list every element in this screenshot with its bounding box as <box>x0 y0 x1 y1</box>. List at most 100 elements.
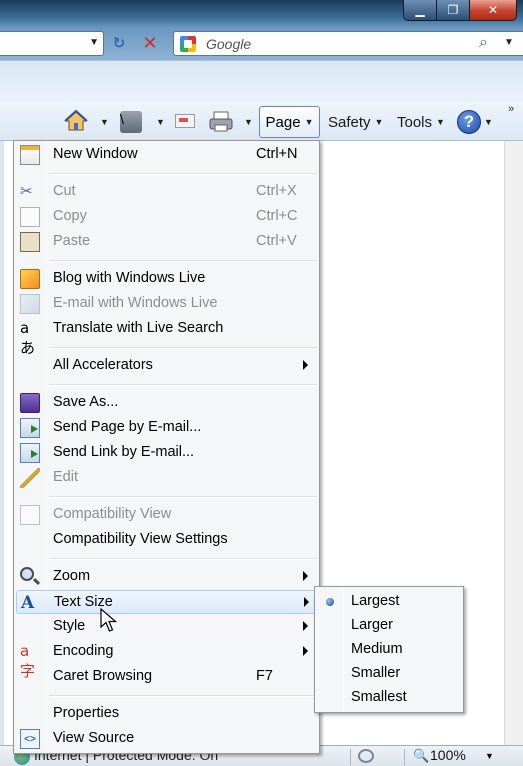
zoom-level[interactable]: 100% <box>430 747 466 763</box>
submenu-item-largest[interactable]: Largest <box>317 590 461 614</box>
print-dropdown-icon[interactable]: ▼ <box>240 107 253 137</box>
navigation-bar: ▼ ↻ ✕ Google ⌕ ▼ <box>0 28 523 60</box>
feeds-icon[interactable] <box>120 111 142 133</box>
search-icon[interactable]: ⌕ <box>479 34 488 52</box>
menu-item-shortcut: Ctrl+V <box>256 233 297 249</box>
menu-item-text-size[interactable]: A Text Size <box>16 590 317 614</box>
help-dropdown-icon[interactable]: ▼ <box>480 107 493 137</box>
menu-item-cut[interactable]: ✂ Cut Ctrl+X <box>16 180 317 204</box>
menu-item-save-as[interactable]: Save As... <box>16 391 317 415</box>
menu-item-new-window[interactable]: New Window Ctrl+N <box>16 143 317 167</box>
menu-item-style[interactable]: Style <box>16 615 317 639</box>
title-bar: ▁ ❐ ✕ <box>0 0 523 28</box>
submenu-arrow-icon <box>304 597 309 607</box>
encoding-icon: a字 <box>20 642 36 680</box>
menu-item-shortcut: F7 <box>256 668 273 684</box>
protected-mode-icon[interactable] <box>358 749 374 763</box>
refresh-icon[interactable]: ↻ <box>108 34 130 54</box>
submenu-item-medium[interactable]: Medium <box>317 638 461 662</box>
window-controls: ▁ ❐ ✕ <box>403 0 517 21</box>
search-input[interactable]: Google ⌕ ▼ <box>173 31 523 56</box>
menu-item-label: Zoom <box>53 568 91 584</box>
print-icon[interactable] <box>208 111 234 133</box>
close-button[interactable]: ✕ <box>470 0 516 20</box>
menu-item-label: Properties <box>53 705 120 721</box>
menu-separator <box>49 347 317 349</box>
menu-item-label: E-mail with Windows Live <box>53 295 218 311</box>
menu-item-label: New Window <box>53 146 138 162</box>
tools-menu-button[interactable]: Tools ▼ <box>397 107 445 137</box>
text-size-submenu: Largest Larger Medium Smaller Smallest <box>314 586 464 713</box>
submenu-arrow-icon <box>303 646 308 656</box>
send-link-icon <box>20 443 40 463</box>
paste-icon <box>20 232 40 252</box>
menu-item-encoding[interactable]: a字 Encoding <box>16 640 317 680</box>
minimize-button[interactable]: ▁ <box>404 0 437 20</box>
search-dropdown-icon[interactable]: ▼ <box>504 37 514 48</box>
copy-icon <box>20 207 40 227</box>
submenu-item-smaller[interactable]: Smaller <box>317 662 461 686</box>
menu-item-label: Copy <box>53 208 87 224</box>
safety-menu-button[interactable]: Safety ▼ <box>328 107 383 137</box>
menu-item-translate[interactable]: aあ Translate with Live Search <box>16 317 317 357</box>
menu-item-paste[interactable]: Paste Ctrl+V <box>16 230 317 254</box>
page-menu-label: Page <box>265 113 301 131</box>
status-divider <box>404 749 405 765</box>
tab-band <box>0 60 523 103</box>
menu-item-all-accelerators[interactable]: All Accelerators <box>16 354 317 378</box>
menu-item-compatibility-view[interactable]: Compatibility View <box>16 503 317 527</box>
address-dropdown-icon[interactable]: ▼ <box>89 37 99 48</box>
submenu-item-larger[interactable]: Larger <box>317 614 461 638</box>
menu-item-label: Compatibility View <box>53 506 172 522</box>
zoom-icon[interactable]: 🔍 <box>413 748 429 764</box>
menu-item-label: All Accelerators <box>53 357 153 373</box>
menu-item-label: Send Link by E-mail... <box>53 444 195 460</box>
menu-item-copy[interactable]: Copy Ctrl+C <box>16 205 317 229</box>
menu-item-blog-windows-live[interactable]: Blog with Windows Live <box>16 267 317 291</box>
menu-item-label: Paste <box>53 233 91 249</box>
menu-item-edit[interactable]: Edit <box>16 466 317 490</box>
menu-item-send-link[interactable]: Send Link by E-mail... <box>16 441 317 465</box>
menu-item-properties[interactable]: Properties <box>16 702 317 726</box>
save-icon <box>20 393 40 413</box>
menu-item-zoom[interactable]: Zoom <box>16 565 317 589</box>
menu-item-view-source[interactable]: <> View Source <box>16 727 317 751</box>
help-icon[interactable]: ? <box>457 110 481 134</box>
menu-separator <box>49 558 317 560</box>
menu-item-caret-browsing[interactable]: Caret Browsing F7 <box>16 665 317 689</box>
submenu-item-label: Smaller <box>351 665 401 681</box>
menu-item-shortcut: Ctrl+N <box>256 146 298 162</box>
google-logo-icon[interactable] <box>180 36 196 52</box>
menu-item-send-page[interactable]: Send Page by E-mail... <box>16 416 317 440</box>
feeds-dropdown-icon[interactable]: ▼ <box>152 107 165 137</box>
submenu-arrow-icon <box>303 621 308 631</box>
vertical-scrollbar[interactable] <box>504 141 523 745</box>
menu-item-compatibility-settings[interactable]: Compatibility View Settings <box>16 528 317 552</box>
menu-item-label: Cut <box>53 183 76 199</box>
maximize-button[interactable]: ❐ <box>437 0 470 20</box>
menu-item-shortcut: Ctrl+C <box>256 208 298 224</box>
submenu-item-smallest[interactable]: Smallest <box>317 686 461 710</box>
menu-item-label: Blog with Windows Live <box>53 270 206 286</box>
menu-item-label: Save As... <box>53 394 119 410</box>
content-left-edge <box>0 141 4 745</box>
home-dropdown-icon[interactable]: ▼ <box>96 107 109 137</box>
page-menu: New Window Ctrl+N ✂ Cut Ctrl+X Copy Ctrl… <box>13 140 320 754</box>
read-mail-icon[interactable] <box>175 114 195 128</box>
menu-item-label: Edit <box>53 469 78 485</box>
safety-menu-label: Safety <box>328 113 371 131</box>
menu-item-label: View Source <box>53 730 135 746</box>
address-bar[interactable]: ▼ <box>0 31 104 56</box>
view-source-icon: <> <box>20 729 40 749</box>
home-icon[interactable] <box>64 109 88 133</box>
page-menu-button[interactable]: Page ▼ <box>259 106 320 138</box>
menu-separator <box>49 695 317 697</box>
more-commands-icon[interactable]: » <box>508 103 514 115</box>
menu-item-label: Encoding <box>53 643 114 659</box>
menu-item-email-windows-live[interactable]: E-mail with Windows Live <box>16 292 317 316</box>
zoom-dropdown-icon[interactable]: ▼ <box>485 751 494 761</box>
mouse-cursor-icon <box>100 607 118 632</box>
search-placeholder: Google <box>206 36 252 52</box>
stop-icon[interactable]: ✕ <box>139 33 161 55</box>
chevron-down-icon: ▼ <box>436 117 445 127</box>
